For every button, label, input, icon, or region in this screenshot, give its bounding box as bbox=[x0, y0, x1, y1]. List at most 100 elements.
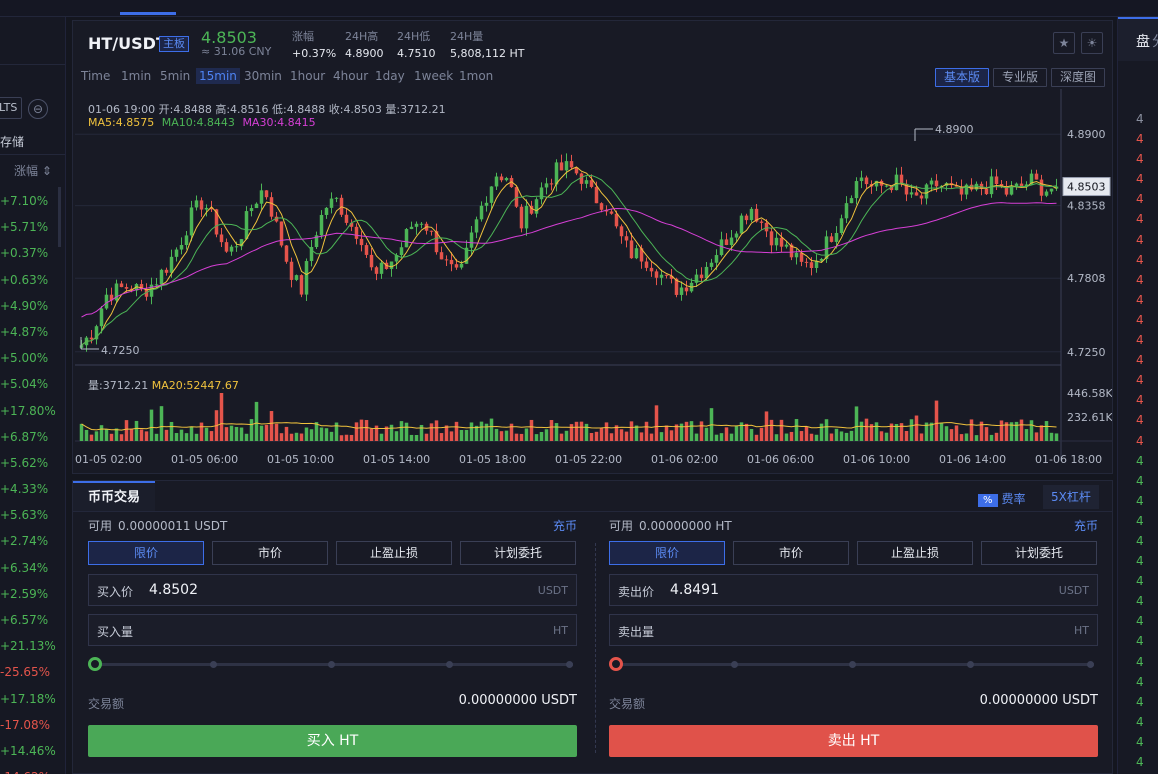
market-row-change[interactable]: +17.80% bbox=[0, 398, 60, 424]
orderbook-price[interactable]: 4 bbox=[1136, 451, 1144, 471]
slider-step-dot[interactable] bbox=[967, 661, 974, 668]
orderbook-price[interactable]: 4 bbox=[1136, 209, 1144, 229]
volume-bar bbox=[169, 421, 174, 441]
buy-price-field[interactable]: 买入价 4.8502 USDT bbox=[88, 574, 577, 606]
orderbook-price[interactable]: 4 bbox=[1136, 631, 1144, 651]
sell-amount-field[interactable]: 卖出量 HT bbox=[609, 614, 1098, 646]
filter-icon[interactable]: ⊖ bbox=[28, 99, 48, 119]
orderbook-price[interactable]: 4 bbox=[1136, 551, 1144, 571]
slider-knob[interactable] bbox=[88, 657, 102, 671]
market-row-change[interactable]: +4.90% bbox=[0, 293, 60, 319]
orderbook-price[interactable]: 4 bbox=[1136, 431, 1144, 451]
market-row-change[interactable]: +17.18% bbox=[0, 686, 60, 712]
orderbook-price[interactable]: 4 bbox=[1136, 692, 1144, 712]
orderbook-price[interactable]: 4 bbox=[1136, 330, 1144, 350]
market-row-change[interactable]: +5.00% bbox=[0, 345, 60, 371]
orderbook-price[interactable]: 4 bbox=[1136, 189, 1144, 209]
orderbook-price[interactable]: 4 bbox=[1136, 290, 1144, 310]
orderbook-price[interactable]: 4 bbox=[1136, 370, 1144, 390]
sell-plan-tab[interactable]: 计划委托 bbox=[981, 541, 1097, 565]
ma5-value: MA5:4.8575 bbox=[88, 116, 155, 129]
spot-trade-tab[interactable]: 币币交易 bbox=[73, 481, 156, 511]
market-row-change[interactable]: +5.62% bbox=[0, 450, 60, 476]
orderbook-tab[interactable]: 盘 分 bbox=[1118, 17, 1158, 61]
market-row-change[interactable]: +0.63% bbox=[0, 267, 60, 293]
buy-amount-field[interactable]: 买入量 HT bbox=[88, 614, 577, 646]
market-row-change[interactable]: +7.10% bbox=[0, 188, 60, 214]
slider-step-dot[interactable] bbox=[849, 661, 856, 668]
orderbook-price[interactable]: 4 bbox=[1136, 531, 1144, 551]
buy-stop-tab[interactable]: 止盈止损 bbox=[336, 541, 452, 565]
orderbook-price[interactable]: 4 bbox=[1136, 149, 1144, 169]
orderbook-price[interactable]: 4 bbox=[1136, 611, 1144, 631]
sell-deposit-link[interactable]: 充币 bbox=[1074, 517, 1098, 534]
orderbook-price[interactable]: 4 bbox=[1136, 672, 1144, 692]
slider-step-dot[interactable] bbox=[446, 661, 453, 668]
orderbook-price[interactable]: 4 bbox=[1136, 310, 1144, 330]
orderbook-price[interactable]: 4 bbox=[1136, 511, 1144, 531]
orderbook-price[interactable]: 4 bbox=[1136, 652, 1144, 672]
slider-step-dot[interactable] bbox=[1087, 661, 1094, 668]
sell-price-field[interactable]: 卖出价 4.8491 USDT bbox=[609, 574, 1098, 606]
slider-step-dot[interactable] bbox=[731, 661, 738, 668]
kline-chart[interactable]: 4.8900 4.8358 4.7808 4.7250 446.58K 232.61K 01… bbox=[73, 21, 1112, 473]
sell-stop-tab[interactable]: 止盈止损 bbox=[857, 541, 973, 565]
kline-chart-panel: HT/USDT 主板 4.8503 ≈ 31.06 CNY 涨幅 +0.37% … bbox=[72, 20, 1113, 474]
slider-step-dot[interactable] bbox=[210, 661, 217, 668]
orderbook-price[interactable]: 4 bbox=[1136, 471, 1144, 491]
buy-button[interactable]: 买入 HT bbox=[88, 725, 577, 757]
market-row-change[interactable]: +21.13% bbox=[0, 633, 60, 659]
volume-bar bbox=[704, 427, 709, 441]
market-row-change[interactable]: +2.74% bbox=[0, 528, 60, 554]
market-row-change[interactable]: +4.87% bbox=[0, 319, 60, 345]
market-row-change[interactable]: -17.08% bbox=[0, 712, 60, 738]
market-row-change[interactable]: -25.65% bbox=[0, 659, 60, 685]
leverage-button[interactable]: 5X杠杆 bbox=[1043, 485, 1099, 509]
buy-plan-tab[interactable]: 计划委托 bbox=[460, 541, 576, 565]
buy-amount-slider[interactable] bbox=[88, 657, 577, 671]
fee-rate-link[interactable]: % 费率 bbox=[978, 490, 1026, 507]
market-row-change[interactable]: +4.33% bbox=[0, 476, 60, 502]
buy-deposit-link[interactable]: 充币 bbox=[553, 517, 577, 534]
sell-form: 可用 0.00000000 HT 充币 限价 市价 止盈止损 计划委托 卖出价 4… bbox=[609, 517, 1098, 757]
slider-knob[interactable] bbox=[609, 657, 623, 671]
market-row-change[interactable]: +6.34% bbox=[0, 555, 60, 581]
orderbook-price[interactable]: 4 bbox=[1136, 390, 1144, 410]
change-column-header[interactable]: 涨幅 ⇕ bbox=[14, 162, 52, 179]
market-row-change[interactable]: +5.04% bbox=[0, 371, 60, 397]
orderbook-price[interactable]: 4 bbox=[1136, 350, 1144, 370]
orderbook-price[interactable]: 4 bbox=[1136, 491, 1144, 511]
sell-limit-tab[interactable]: 限价 bbox=[609, 541, 725, 565]
slider-step-dot[interactable] bbox=[328, 661, 335, 668]
orderbook-price[interactable]: 4 bbox=[1136, 109, 1144, 129]
orderbook-price[interactable]: 4 bbox=[1136, 169, 1144, 189]
orderbook-price[interactable]: 4 bbox=[1136, 712, 1144, 732]
market-row-change[interactable]: +14.46% bbox=[0, 738, 60, 764]
orderbook-price[interactable]: 4 bbox=[1136, 591, 1144, 611]
orderbook-price[interactable]: 4 bbox=[1136, 752, 1144, 772]
sell-button[interactable]: 卖出 HT bbox=[609, 725, 1098, 757]
market-row-change[interactable]: +6.87% bbox=[0, 424, 60, 450]
candle-body bbox=[534, 199, 539, 214]
orderbook-price[interactable]: 4 bbox=[1136, 270, 1144, 290]
zone-label[interactable]: 存储 bbox=[0, 133, 24, 150]
filter-tag-button[interactable]: LTS bbox=[0, 97, 22, 119]
market-row-change[interactable]: +0.37% bbox=[0, 240, 60, 266]
market-row-change[interactable]: +5.63% bbox=[0, 502, 60, 528]
orderbook-price[interactable]: 4 bbox=[1136, 571, 1144, 591]
sell-amount-slider[interactable] bbox=[609, 657, 1098, 671]
orderbook-price[interactable]: 4 bbox=[1136, 732, 1144, 752]
orderbook-price[interactable]: 4 bbox=[1136, 250, 1144, 270]
market-row-change[interactable]: +2.59% bbox=[0, 581, 60, 607]
orderbook-price[interactable]: 4 bbox=[1136, 129, 1144, 149]
market-row-change[interactable]: +5.71% bbox=[0, 214, 60, 240]
orderbook-price[interactable]: 4 bbox=[1136, 410, 1144, 430]
market-row-change[interactable]: -14.62% bbox=[0, 764, 60, 774]
orderbook-price[interactable]: 4 bbox=[1136, 230, 1144, 250]
market-row-change[interactable]: +6.57% bbox=[0, 607, 60, 633]
market-list-scrollbar[interactable] bbox=[58, 187, 61, 247]
buy-limit-tab[interactable]: 限价 bbox=[88, 541, 204, 565]
buy-market-tab[interactable]: 市价 bbox=[212, 541, 328, 565]
slider-step-dot[interactable] bbox=[566, 661, 573, 668]
sell-market-tab[interactable]: 市价 bbox=[733, 541, 849, 565]
